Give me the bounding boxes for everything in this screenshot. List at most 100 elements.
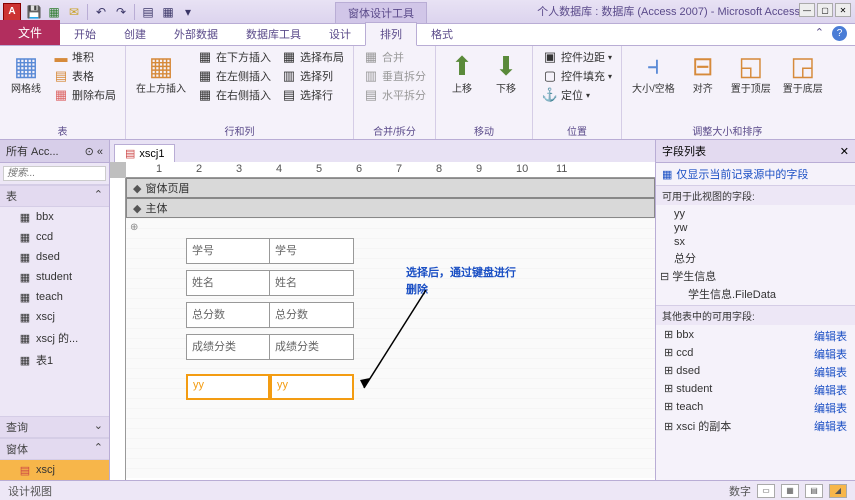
padding-button[interactable]: ▢控件填充 ▾ (539, 67, 615, 85)
split-v-button[interactable]: ▥垂直拆分 (360, 67, 429, 85)
field-label[interactable]: 姓名 (186, 270, 270, 296)
view-layout-button[interactable]: ▤ (805, 484, 823, 498)
nav-item-xscj[interactable]: ▦xscj (0, 307, 109, 327)
edit-table-link[interactable]: 编辑表 (814, 328, 847, 344)
margins-button[interactable]: ▣控件边距 ▾ (539, 48, 615, 66)
field-label[interactable]: 学号 (186, 238, 270, 264)
edit-table-link[interactable]: 编辑表 (814, 364, 847, 380)
qat-mail-icon[interactable]: ✉ (66, 4, 82, 20)
nav-section-tables[interactable]: 表⌃ (0, 185, 109, 207)
nav-item-student[interactable]: ▦student (0, 267, 109, 287)
tab-home[interactable]: 开始 (60, 23, 110, 45)
qat-excel-icon[interactable]: ▦ (46, 4, 62, 20)
tree-node[interactable]: yy (660, 207, 851, 221)
merge-button[interactable]: ▦合并 (360, 48, 429, 66)
nav-item-dsed[interactable]: ▦dsed (0, 247, 109, 267)
form-design-surface[interactable]: ◆窗体页眉 ◆主体 ⊕ 学号学号 姓名姓名 总分数总分数 成绩分类成绩分类 yy… (126, 178, 655, 480)
field-zongfen[interactable]: 总分数总分数 (186, 302, 354, 328)
tabular-button[interactable]: ▤表格 (50, 67, 119, 85)
edit-table-link[interactable]: 编辑表 (814, 382, 847, 398)
edit-table-link[interactable]: 编辑表 (814, 346, 847, 362)
minimize-button[interactable]: — (799, 3, 815, 17)
insert-right-button[interactable]: ▦在右侧插入 (194, 86, 274, 104)
move-up-button[interactable]: ⬆上移 (442, 48, 482, 122)
insert-below-button[interactable]: ▦在下方插入 (194, 48, 274, 66)
qat-undo-icon[interactable]: ↶ (93, 4, 109, 20)
remove-layout-button[interactable]: ▦删除布局 (50, 86, 119, 104)
field-label[interactable]: 成绩分类 (186, 334, 270, 360)
section-form-header[interactable]: ◆窗体页眉 (126, 178, 655, 198)
split-h-button[interactable]: ▤水平拆分 (360, 86, 429, 104)
move-down-button[interactable]: ⬇下移 (486, 48, 526, 122)
nav-section-queries[interactable]: 查询⌄ (0, 416, 109, 438)
tab-file[interactable]: 文件 (0, 20, 60, 45)
anchor-button[interactable]: ⚓定位 ▾ (539, 86, 615, 104)
send-back-button[interactable]: ◲置于底层 (779, 48, 827, 122)
gridlines-button[interactable]: ▦网格线 (6, 48, 46, 122)
search-input[interactable] (3, 166, 106, 181)
nav-item-ccd[interactable]: ▦ccd (0, 227, 109, 247)
edit-table-link[interactable]: 编辑表 (814, 400, 847, 416)
other-table-row[interactable]: ⊞ ccd编辑表 (660, 345, 851, 363)
field-label[interactable]: 总分数 (186, 302, 270, 328)
close-button[interactable]: ✕ (835, 3, 851, 17)
nav-item-form-xscj[interactable]: ▤xscj (0, 460, 109, 480)
align-button[interactable]: ⊟对齐 (683, 48, 723, 122)
other-table-row[interactable]: ⊞ xsci 的副本编辑表 (660, 417, 851, 435)
show-current-link[interactable]: ▦仅显示当前记录源中的字段 (656, 163, 855, 185)
field-control[interactable]: yy (270, 374, 354, 400)
help-icon[interactable]: ? (832, 26, 847, 41)
layout-selector-icon[interactable]: ⊕ (130, 222, 138, 233)
other-table-row[interactable]: ⊞ student编辑表 (660, 381, 851, 399)
field-label[interactable]: yy (186, 374, 270, 400)
view-datasheet-button[interactable]: ▦ (781, 484, 799, 498)
close-icon[interactable]: ✕ (840, 145, 849, 158)
edit-table-link[interactable]: 编辑表 (814, 418, 847, 434)
qat-save-icon[interactable]: 💾 (26, 4, 42, 20)
qat-form-icon[interactable]: ▤ (140, 4, 156, 20)
field-xingming[interactable]: 姓名姓名 (186, 270, 354, 296)
view-form-button[interactable]: ▭ (757, 484, 775, 498)
nav-header[interactable]: 所有 Acc...⊙ « (0, 140, 109, 163)
insert-above-button[interactable]: ▦在上方插入 (132, 48, 190, 122)
field-yy-selected[interactable]: yyyy (186, 374, 354, 400)
other-table-row[interactable]: ⊞ dsed编辑表 (660, 363, 851, 381)
section-body[interactable]: ◆主体 (126, 198, 655, 218)
insert-left-button[interactable]: ▦在左侧插入 (194, 67, 274, 85)
restore-button[interactable]: ▢ (817, 3, 833, 17)
doc-tab-xscj1[interactable]: ▤xscj1 (114, 144, 175, 162)
tab-format[interactable]: 格式 (417, 23, 467, 45)
field-control[interactable]: 总分数 (270, 302, 354, 328)
chevron-down-icon[interactable]: ⊙ « (85, 145, 103, 158)
nav-item-xscj-copy[interactable]: ▦xscj 的... (0, 327, 109, 349)
field-control[interactable]: 成绩分类 (270, 334, 354, 360)
nav-item-table1[interactable]: ▦表1 (0, 349, 109, 371)
select-col-button[interactable]: ▥选择列 (278, 67, 347, 85)
tab-dbtools[interactable]: 数据库工具 (232, 23, 315, 45)
stack-button[interactable]: ▬堆积 (50, 48, 119, 66)
qat-dropdown-icon[interactable]: ▾ (180, 4, 196, 20)
field-xuehao[interactable]: 学号学号 (186, 238, 354, 264)
tree-node[interactable]: 总分 (660, 249, 851, 267)
tree-parent[interactable]: 学生信息 (660, 267, 851, 285)
nav-section-forms[interactable]: 窗体⌃ (0, 438, 109, 460)
other-table-row[interactable]: ⊞ bbx编辑表 (660, 327, 851, 345)
tab-design[interactable]: 设计 (315, 23, 365, 45)
field-control[interactable]: 学号 (270, 238, 354, 264)
tab-create[interactable]: 创建 (110, 23, 160, 45)
tab-arrange[interactable]: 排列 (365, 22, 417, 46)
select-layout-button[interactable]: ▦选择布局 (278, 48, 347, 66)
tree-child[interactable]: 学生信息.FileData (660, 285, 851, 303)
field-chengji[interactable]: 成绩分类成绩分类 (186, 334, 354, 360)
size-space-button[interactable]: ⫞大小/空格 (628, 48, 679, 122)
qat-table-icon[interactable]: ▦ (160, 4, 176, 20)
ribbon-collapse-icon[interactable]: ⌃ (815, 26, 824, 41)
nav-item-bbx[interactable]: ▦bbx (0, 207, 109, 227)
other-table-row[interactable]: ⊞ teach编辑表 (660, 399, 851, 417)
view-design-button[interactable]: ◢ (829, 484, 847, 498)
form-body-grid[interactable]: ⊕ 学号学号 姓名姓名 总分数总分数 成绩分类成绩分类 yyyy 选择后，通过键… (126, 218, 655, 478)
tab-external[interactable]: 外部数据 (160, 23, 232, 45)
qat-redo-icon[interactable]: ↷ (113, 4, 129, 20)
tree-node[interactable]: yw (660, 221, 851, 235)
select-row-button[interactable]: ▤选择行 (278, 86, 347, 104)
